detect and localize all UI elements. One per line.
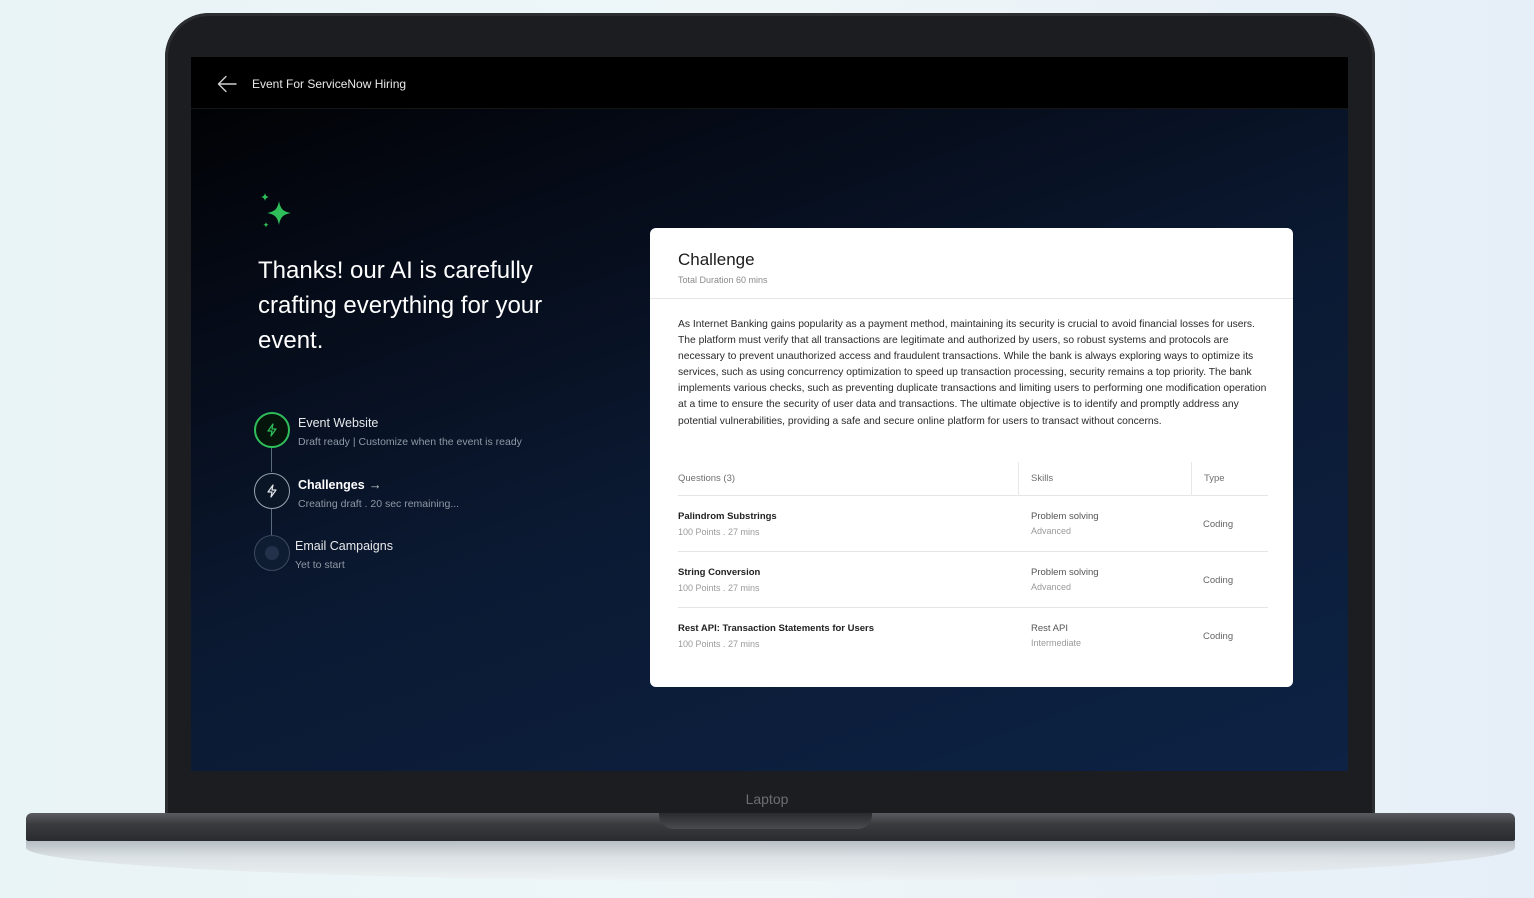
header-questions: Questions (3)	[678, 473, 736, 484]
question-name: Palindrom Substrings	[678, 511, 777, 522]
question-type: Coding	[1203, 575, 1234, 586]
header-type: Type	[1204, 473, 1225, 484]
question-skill: Problem solving	[1031, 567, 1099, 578]
table-row[interactable]: Rest API: Transaction Statements for Use…	[678, 608, 1268, 664]
question-meta: 100 Points . 27 mins	[678, 639, 760, 649]
card-title: Challenge	[678, 250, 755, 269]
column-divider	[1191, 462, 1192, 496]
laptop-notch	[659, 813, 872, 829]
step-title-event-website[interactable]: Event Website	[298, 416, 378, 430]
question-name: Rest API: Transaction Statements for Use…	[678, 623, 875, 634]
divider	[650, 298, 1293, 299]
step-title-email-campaigns[interactable]: Email Campaigns	[295, 539, 393, 553]
step-connector	[271, 448, 272, 472]
step-subtitle: Draft ready | Customize when the event i…	[298, 436, 522, 448]
sparkle-icon	[261, 193, 291, 228]
step-label: Challenges	[298, 478, 365, 492]
progress-steps: Event Website Draft ready | Customize wh…	[254, 411, 594, 581]
question-name: String Conversion	[678, 567, 761, 578]
question-meta: 100 Points . 27 mins	[678, 583, 760, 593]
top-bar: Event For ServiceNow Hiring	[191, 57, 1348, 109]
arrow-left-icon[interactable]	[217, 75, 237, 93]
step-status-pending	[254, 535, 290, 571]
card-duration: Total Duration 60 mins	[678, 275, 768, 285]
question-type: Coding	[1203, 519, 1234, 530]
step-subtitle: Yet to start	[295, 559, 345, 571]
question-skill: Problem solving	[1031, 511, 1099, 522]
question-level: Intermediate	[1031, 638, 1082, 648]
arrow-right-icon: →	[368, 477, 382, 492]
question-meta: 100 Points . 27 mins	[678, 527, 760, 537]
step-subtitle: Creating draft . 20 sec remaining...	[298, 498, 460, 510]
question-level: Advanced	[1031, 582, 1072, 592]
pending-dot	[265, 546, 279, 560]
table-row[interactable]: String Conversion 100 Points . 27 mins P…	[678, 552, 1268, 608]
step-status-active	[254, 473, 290, 509]
step-connector	[271, 509, 272, 535]
challenge-description: As Internet Banking gains popularity as …	[678, 319, 1267, 427]
header-skills: Skills	[1031, 473, 1054, 484]
column-divider	[1018, 462, 1019, 496]
hero-headline: Thanks! our AI is carefully crafting eve…	[258, 257, 543, 354]
laptop-reflection	[26, 841, 1515, 881]
step-status-done	[254, 412, 290, 448]
table-header: Questions (3) Skills Type	[678, 462, 1268, 496]
lightning-icon	[267, 423, 277, 437]
challenge-card: Challenge Total Duration 60 mins As Inte…	[650, 228, 1293, 687]
question-level: Advanced	[1031, 526, 1072, 536]
questions-table: Questions (3) Skills Type Palindrom Subs…	[678, 462, 1268, 664]
lightning-icon	[267, 484, 277, 498]
step-title-challenges[interactable]: Challenges →	[298, 477, 382, 492]
question-type: Coding	[1203, 631, 1234, 642]
page-title: Event For ServiceNow Hiring	[252, 77, 407, 91]
question-skill: Rest API	[1031, 623, 1068, 634]
device-label: Laptop	[745, 791, 789, 807]
table-row[interactable]: Palindrom Substrings 100 Points . 27 min…	[678, 496, 1268, 552]
